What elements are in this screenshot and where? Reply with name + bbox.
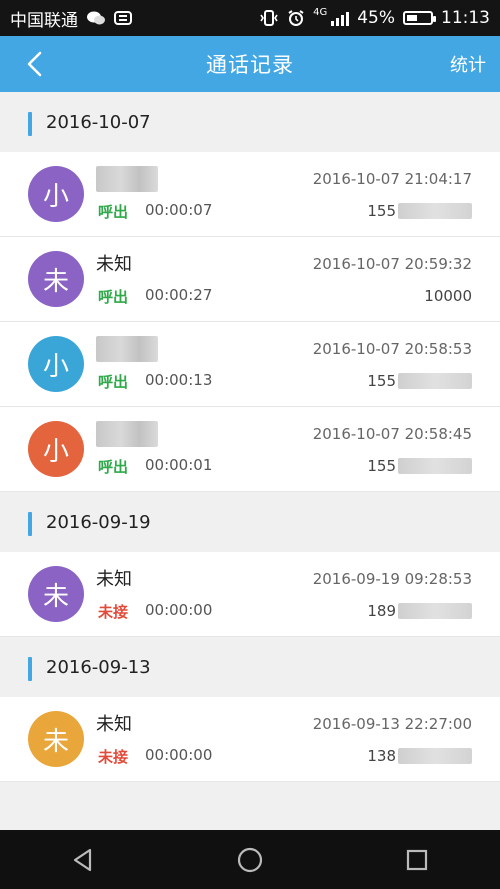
navigation-bar xyxy=(0,830,500,889)
contact-name-redacted xyxy=(96,421,158,447)
status-right: 4G 45% 11:13 xyxy=(259,6,490,28)
battery-icon xyxy=(403,11,436,25)
app-bar: 通话记录 统计 xyxy=(0,36,500,92)
phone-number-prefix: 155 xyxy=(367,457,396,475)
nav-back-button[interactable] xyxy=(53,840,113,880)
phone-number-redacted xyxy=(398,203,472,219)
phone-number-redacted xyxy=(398,373,472,389)
square-recents-icon xyxy=(406,849,427,870)
call-duration: 00:00:13 xyxy=(145,371,213,389)
phone-number-prefix: 138 xyxy=(367,747,396,765)
status-bar: 中国联通 4G 45% 11:13 xyxy=(0,0,500,36)
chevron-left-icon xyxy=(27,51,42,77)
avatar-letter: 小 xyxy=(42,181,69,212)
page-title: 通话记录 xyxy=(206,53,294,77)
avatar-letter: 小 xyxy=(42,351,69,382)
phone-number-prefix: 155 xyxy=(367,372,396,390)
triangle-back-icon xyxy=(74,848,92,871)
contact-name: 未知 xyxy=(96,714,132,735)
call-duration: 00:00:00 xyxy=(145,746,213,764)
taobao-icon xyxy=(114,9,132,27)
phone-number-redacted xyxy=(398,603,472,619)
call-type-label: 呼出 xyxy=(98,288,129,306)
call-record-row[interactable]: 未 未知未接 00:00:00 2016-09-19 09:28:53 189 xyxy=(0,552,500,637)
call-record-row[interactable]: 未 未知呼出 00:00:27 2016-10-07 20:59:32 10000 xyxy=(0,237,500,322)
avatar-letter: 未 xyxy=(42,266,69,297)
clock: 11:13 xyxy=(441,8,490,28)
avatar-letter: 未 xyxy=(42,581,69,612)
call-duration: 00:00:01 xyxy=(145,456,213,474)
date-group-header: 2016-10-07 xyxy=(0,92,500,152)
carrier-label: 中国联通 xyxy=(10,10,78,31)
contact-avatar[interactable]: 未 xyxy=(28,566,84,622)
phone-number-redacted xyxy=(398,748,472,764)
call-record-row[interactable]: 小呼出 00:00:13 2016-10-07 20:58:53 155 xyxy=(0,322,500,407)
call-datetime: 2016-10-07 20:59:32 xyxy=(312,255,472,273)
call-datetime: 2016-10-07 20:58:45 xyxy=(312,425,472,443)
status-left: 中国联通 xyxy=(10,6,132,31)
avatar-letter: 小 xyxy=(42,436,69,467)
date-accent-bar xyxy=(28,112,32,136)
call-log-list[interactable]: 2016-10-07 小呼出 00:00:07 2016-10-07 21:04:17… xyxy=(0,92,500,830)
contact-avatar[interactable]: 小 xyxy=(28,421,84,477)
contact-name-redacted xyxy=(96,166,158,192)
group-date: 2016-09-19 xyxy=(46,512,151,533)
vibrate-icon xyxy=(259,9,279,27)
contact-name: 未知 xyxy=(96,254,132,275)
battery-percent: 45% xyxy=(357,8,395,28)
call-duration: 00:00:07 xyxy=(145,201,213,219)
call-datetime: 2016-10-07 21:04:17 xyxy=(312,170,472,188)
group-date: 2016-09-13 xyxy=(46,657,151,678)
stats-button[interactable]: 统计 xyxy=(450,48,486,80)
call-record-row[interactable]: 小呼出 00:00:07 2016-10-07 21:04:17 155 xyxy=(0,152,500,237)
date-group-header: 2016-09-19 xyxy=(0,492,500,552)
back-button[interactable] xyxy=(14,44,54,84)
phone-number: 155 xyxy=(367,371,472,391)
call-type-label: 未接 xyxy=(98,603,129,621)
contact-avatar[interactable]: 未 xyxy=(28,251,84,307)
phone-number: 10000 xyxy=(424,286,472,306)
phone-number-prefix: 189 xyxy=(367,602,396,620)
phone-number-prefix: 10000 xyxy=(424,287,472,305)
group-date: 2016-10-07 xyxy=(46,112,151,133)
alarm-icon xyxy=(287,9,305,27)
call-datetime: 2016-09-19 09:28:53 xyxy=(312,570,472,588)
date-group-header: 2016-09-13 xyxy=(0,637,500,697)
contact-avatar[interactable]: 小 xyxy=(28,336,84,392)
phone-number-redacted xyxy=(398,458,472,474)
call-type-label: 呼出 xyxy=(98,373,129,391)
wechat-icon xyxy=(86,9,106,27)
call-datetime: 2016-10-07 20:58:53 xyxy=(312,340,472,358)
call-type-label: 呼出 xyxy=(98,458,129,476)
call-record-row[interactable]: 未 未知未接 00:00:00 2016-09-13 22:27:00 138 xyxy=(0,697,500,782)
phone-number: 138 xyxy=(367,746,472,766)
call-datetime: 2016-09-13 22:27:00 xyxy=(312,715,472,733)
call-type-label: 未接 xyxy=(98,748,129,766)
circle-home-icon xyxy=(237,847,263,872)
network-type: 4G xyxy=(313,6,328,18)
nav-home-button[interactable] xyxy=(220,840,280,880)
call-duration: 00:00:00 xyxy=(145,601,213,619)
call-duration: 00:00:27 xyxy=(145,286,213,304)
contact-name: 未知 xyxy=(96,569,132,590)
contact-name-redacted xyxy=(96,336,158,362)
call-type-label: 呼出 xyxy=(98,203,129,221)
call-record-row[interactable]: 小呼出 00:00:01 2016-10-07 20:58:45 155 xyxy=(0,407,500,492)
battery-fill xyxy=(407,15,417,21)
date-accent-bar xyxy=(28,512,32,536)
phone-number: 155 xyxy=(367,201,472,221)
contact-avatar[interactable]: 未 xyxy=(28,711,84,767)
avatar-letter: 未 xyxy=(42,726,69,757)
nav-recents-button[interactable] xyxy=(387,840,447,880)
signal-icon xyxy=(331,10,350,26)
phone-number: 155 xyxy=(367,456,472,476)
phone-number-prefix: 155 xyxy=(367,202,396,220)
date-accent-bar xyxy=(28,657,32,681)
phone-number: 189 xyxy=(367,601,472,621)
contact-avatar[interactable]: 小 xyxy=(28,166,84,222)
